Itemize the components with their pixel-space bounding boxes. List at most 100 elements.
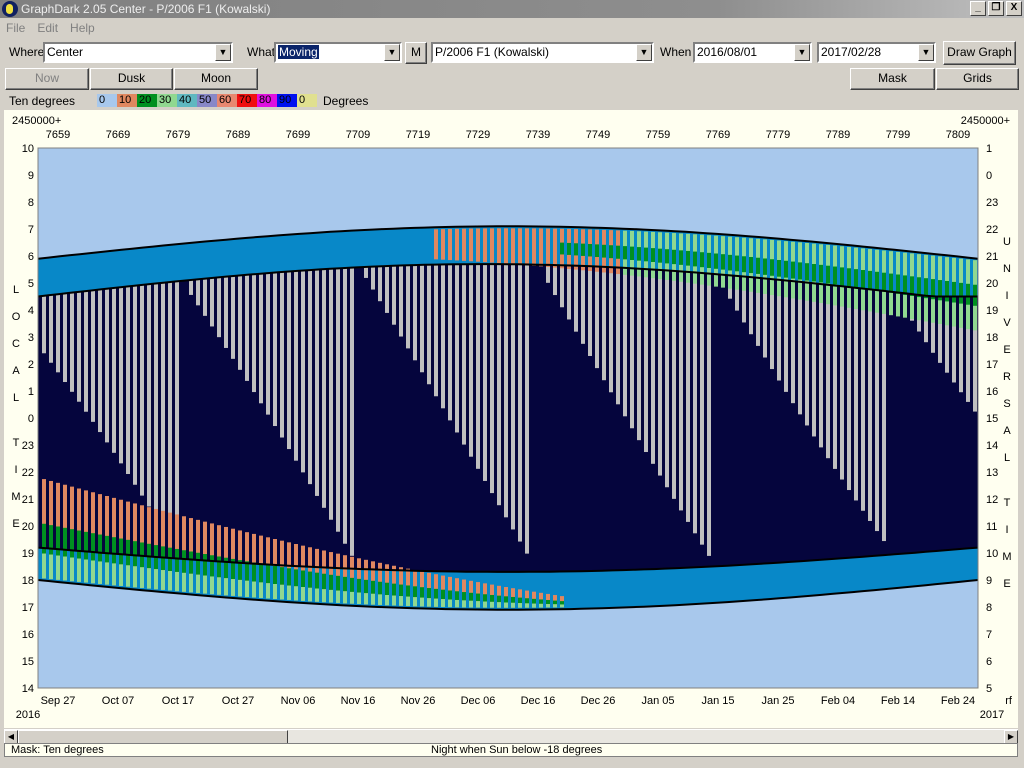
moon-stripe (805, 282, 809, 426)
minimize-button[interactable]: _ (970, 1, 986, 16)
close-button[interactable]: X (1006, 1, 1022, 16)
date-tick-label: Nov 06 (281, 695, 316, 707)
jd-tick-label: 7679 (166, 129, 190, 141)
altitude-stripe (490, 601, 494, 608)
altitude-stripe (833, 266, 837, 285)
chevron-down-icon[interactable]: ▼ (794, 44, 810, 61)
moon-stripe (196, 279, 200, 306)
chevron-down-icon[interactable]: ▼ (215, 44, 231, 61)
altitude-stripe (434, 588, 438, 599)
moon-stripe (385, 266, 389, 313)
moon-stripe (224, 276, 228, 348)
legend-swatch-label: 20 (139, 94, 152, 106)
where-label: Where (9, 45, 45, 59)
object-select[interactable]: P/2006 F1 (Kowalski) ▼ (431, 42, 654, 63)
now-button[interactable]: Now (5, 68, 89, 90)
altitude-stripe (847, 268, 851, 287)
right-axis-title-letter: I (1005, 290, 1008, 302)
right-axis-title-letter: R (1003, 371, 1011, 383)
menu-help[interactable]: Help (64, 21, 101, 35)
legend-swatch: 30 (157, 94, 177, 107)
altitude-stripe (623, 246, 627, 260)
altitude-stripe (616, 245, 620, 259)
grids-button[interactable]: Grids (936, 68, 1019, 90)
moon-stripe (462, 264, 466, 445)
altitude-stripe (210, 576, 214, 595)
when-label: When (660, 45, 692, 59)
scroll-thumb[interactable] (18, 730, 288, 744)
restore-button[interactable]: ❐ (988, 1, 1004, 16)
legend-swatch-label: 70 (239, 94, 252, 106)
moon-stripe (378, 266, 382, 302)
jd-prefix-right: 2450000+ (961, 115, 1010, 127)
altitude-stripe (133, 566, 137, 588)
altitude-stripe (203, 575, 207, 594)
altitude-stripe (112, 537, 116, 564)
moon-stripe (154, 283, 158, 518)
altitude-stripe (574, 243, 578, 256)
m-button[interactable]: M (405, 42, 427, 64)
draw-graph-button[interactable]: Draw Graph (943, 41, 1016, 65)
start-date-select[interactable]: 2016/08/01 ▼ (693, 42, 812, 63)
chevron-down-icon[interactable]: ▼ (384, 44, 400, 61)
right-hour-tick: 16 (986, 386, 998, 398)
legend-swatch-label: 80 (259, 94, 272, 106)
what-select[interactable]: Moving ▼ (274, 42, 402, 63)
where-select[interactable]: Center ▼ (43, 42, 233, 63)
altitude-stripe (84, 559, 88, 583)
jd-tick-label: 7699 (286, 129, 310, 141)
moon-stripe (238, 275, 242, 370)
moon-stripe (308, 270, 312, 485)
altitude-stripe (511, 228, 515, 265)
legend-swatch-label: 40 (179, 94, 192, 106)
moon-button[interactable]: Moon (174, 68, 258, 90)
moon-stripe (406, 265, 410, 349)
mask-button[interactable]: Mask (850, 68, 935, 90)
altitude-stripe (364, 593, 368, 605)
left-axis-title-letter: T (13, 437, 20, 449)
chevron-down-icon[interactable]: ▼ (636, 44, 652, 61)
moon-stripe (441, 264, 445, 409)
end-date-select[interactable]: 2017/02/28 ▼ (817, 42, 936, 63)
altitude-stripe (595, 244, 599, 258)
altitude-stripe (539, 228, 543, 267)
altitude-stripe (161, 570, 165, 590)
right-hour-tick: 10 (986, 548, 998, 560)
altitude-stripe (378, 594, 382, 605)
altitude-stripe (357, 592, 361, 604)
moon-stripe (616, 267, 620, 405)
legend-swatch: 0 (297, 94, 317, 107)
scroll-left-icon[interactable]: ◀ (4, 730, 18, 744)
jd-tick-label: 7799 (886, 129, 910, 141)
altitude-stripe (784, 260, 788, 278)
darkness-chart[interactable]: 2450000+ 2450000+7659 7669 7679 7689 7699 7709… (4, 110, 1018, 728)
altitude-stripe (560, 604, 564, 608)
altitude-stripe (553, 600, 557, 605)
moon-stripe (217, 277, 221, 338)
altitude-stripe (721, 254, 725, 270)
moon-stripe (882, 290, 886, 542)
altitude-stripe (217, 577, 221, 595)
altitude-stripe (196, 552, 200, 575)
title-bar[interactable]: GraphDark 2.05 Center - P/2006 F1 (Kowal… (0, 0, 1024, 18)
menu-file[interactable]: File (0, 21, 31, 35)
right-axis-title-letter: S (1003, 398, 1010, 410)
horizontal-scrollbar[interactable]: ◀ ▶ (4, 729, 1018, 744)
moon-stripe (490, 264, 494, 494)
scroll-right-icon[interactable]: ▶ (1004, 730, 1018, 744)
altitude-stripe (637, 247, 641, 261)
altitude-stripe (259, 582, 263, 598)
dusk-button[interactable]: Dusk (90, 68, 173, 90)
altitude-stripe (798, 262, 802, 280)
date-tick-label: Dec 26 (581, 695, 616, 707)
moon-stripe (448, 264, 452, 421)
altitude-stripe (329, 574, 333, 590)
left-axis-title-letter: A (12, 365, 20, 377)
altitude-stripe (441, 599, 445, 607)
chevron-down-icon[interactable]: ▼ (918, 44, 934, 61)
altitude-stripe (749, 256, 753, 274)
menu-edit[interactable]: Edit (31, 21, 64, 35)
altitude-stripe (70, 529, 74, 558)
altitude-stripe (140, 567, 144, 588)
altitude-stripe (504, 596, 508, 603)
